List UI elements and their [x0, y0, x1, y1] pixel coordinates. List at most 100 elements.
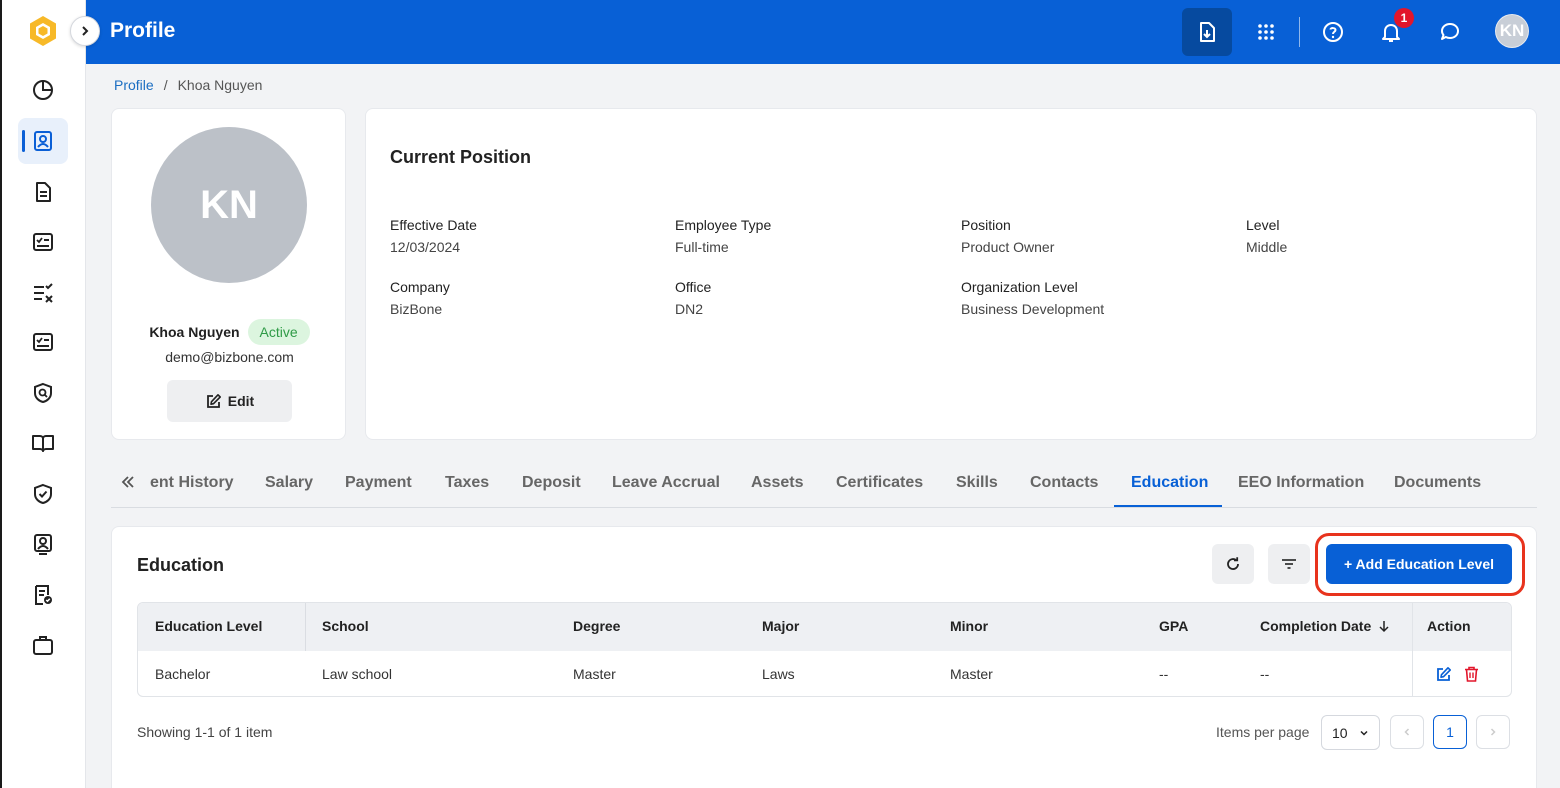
- tab-eeo-information[interactable]: EEO Information: [1238, 474, 1364, 492]
- column-header-school[interactable]: School: [322, 618, 369, 634]
- breadcrumb: Profile / Khoa Nguyen: [114, 77, 262, 93]
- sidebar-item-tasks[interactable]: [18, 219, 68, 265]
- column-header-label: Completion Date: [1260, 618, 1372, 634]
- field-label: Organization Level: [961, 279, 1078, 295]
- highlight-outline: [1315, 533, 1525, 596]
- refresh-button[interactable]: [1212, 544, 1254, 584]
- column-header-education-level[interactable]: Education Level: [155, 618, 262, 634]
- items-per-page-value: 10: [1332, 724, 1348, 741]
- status-badge: Active: [247, 319, 310, 345]
- download-file-icon: [1200, 22, 1215, 42]
- chevron-left-icon: [1404, 728, 1410, 736]
- column-header-minor[interactable]: Minor: [950, 618, 988, 634]
- notification-badge: 1: [1394, 8, 1414, 28]
- messages-button[interactable]: [1425, 8, 1475, 56]
- page-title: Profile: [110, 19, 176, 42]
- download-button[interactable]: [1182, 8, 1232, 56]
- help-button[interactable]: [1308, 8, 1358, 56]
- column-header-completion-date[interactable]: Completion Date: [1260, 618, 1391, 634]
- tab-salary[interactable]: Salary: [265, 474, 313, 492]
- column-header-degree[interactable]: Degree: [573, 618, 620, 634]
- tab-leave-accrual[interactable]: Leave Accrual: [612, 474, 720, 492]
- chevron-down-icon: [1360, 730, 1368, 736]
- chat-icon: [1441, 23, 1459, 40]
- filter-lines-icon: [1282, 559, 1296, 569]
- column-header-major[interactable]: Major: [762, 618, 799, 634]
- pie-chart-icon: [33, 80, 53, 100]
- field-value: Business Development: [961, 301, 1105, 317]
- chevron-right-icon: [82, 26, 89, 36]
- field-organization-level: Organization Level Business Development: [961, 279, 1104, 317]
- refresh-icon: [1227, 557, 1239, 570]
- sort-descending-icon: [1379, 621, 1389, 633]
- field-label: Level: [1246, 217, 1280, 233]
- shield-search-icon: [34, 382, 52, 404]
- sidebar-item-documents[interactable]: [18, 169, 68, 215]
- sidebar-item-dashboard[interactable]: [18, 67, 68, 113]
- sidebar-item-approvals[interactable]: [18, 270, 68, 316]
- column-divider: [305, 603, 306, 651]
- sidebar-item-assets[interactable]: [18, 622, 68, 668]
- user-badge-icon: [34, 534, 52, 555]
- cell-gpa: --: [1159, 666, 1169, 682]
- grid-dots-icon: [1258, 24, 1274, 40]
- cell-minor: Master: [950, 666, 993, 682]
- column-header-gpa[interactable]: GPA: [1159, 618, 1188, 634]
- briefcase-icon: [33, 636, 53, 655]
- tab-taxes[interactable]: Taxes: [445, 474, 489, 492]
- edit-profile-button[interactable]: Edit: [167, 380, 292, 422]
- pagination-summary: Showing 1-1 of 1 item: [137, 724, 273, 740]
- tab-skills[interactable]: Skills: [956, 474, 998, 492]
- row-delete-button[interactable]: [1461, 664, 1481, 684]
- education-card: Education + Add Education Level Educatio…: [111, 526, 1537, 788]
- sidebar-item-certificates[interactable]: [18, 572, 68, 618]
- apps-button[interactable]: [1241, 8, 1291, 56]
- tab-contacts[interactable]: Contacts: [1030, 474, 1098, 492]
- app-logo[interactable]: [26, 14, 60, 48]
- sidebar-item-security[interactable]: [18, 370, 68, 416]
- double-chevron-left-icon: [121, 476, 134, 488]
- book-icon: [32, 435, 54, 452]
- sidebar-expand-button[interactable]: [70, 16, 100, 46]
- row-edit-button[interactable]: [1433, 664, 1453, 684]
- sidebar-item-handbook[interactable]: [18, 420, 68, 466]
- education-title: Education: [137, 555, 225, 575]
- column-header-action: Action: [1427, 618, 1471, 634]
- tab-deposit[interactable]: Deposit: [522, 474, 581, 492]
- shield-check-icon: [34, 483, 52, 505]
- next-page-button[interactable]: [1476, 715, 1510, 749]
- tabs-scroll-left-button[interactable]: [121, 472, 135, 495]
- tab-documents[interactable]: Documents: [1394, 474, 1481, 492]
- profile-tabs: ent History Salary Payment Taxes Deposit…: [111, 464, 1537, 508]
- tab-assets[interactable]: Assets: [751, 474, 803, 492]
- page-button-current[interactable]: 1: [1433, 715, 1467, 749]
- sidebar-item-directory[interactable]: [18, 521, 68, 567]
- field-office: Office DN2: [675, 279, 711, 317]
- field-company: Company BizBone: [390, 279, 450, 317]
- filter-button[interactable]: [1268, 544, 1310, 584]
- tab-payment[interactable]: Payment: [345, 474, 412, 492]
- cell-school: Law school: [322, 666, 393, 682]
- breadcrumb-profile-link[interactable]: Profile: [114, 77, 154, 93]
- table-header: Education Level School Degree Major Mino…: [138, 603, 1511, 651]
- field-value: 12/03/2024: [390, 239, 461, 255]
- field-position: Position Product Owner: [961, 217, 1054, 255]
- cell-degree: Master: [573, 666, 616, 682]
- tab-certificates[interactable]: Certificates: [836, 474, 923, 492]
- tab-education[interactable]: Education: [1131, 474, 1208, 492]
- field-label: Office: [675, 279, 712, 295]
- sidebar-item-profile[interactable]: [18, 118, 68, 164]
- previous-page-button[interactable]: [1390, 715, 1424, 749]
- field-level: Level Middle: [1246, 217, 1287, 255]
- sidebar-item-compliance[interactable]: [18, 471, 68, 517]
- items-per-page-select[interactable]: 10: [1321, 715, 1380, 750]
- sidebar-nav: [0, 0, 86, 788]
- field-label: Position: [961, 217, 1011, 233]
- user-avatar[interactable]: KN: [1495, 14, 1529, 48]
- cell-education-level: Bachelor: [155, 666, 211, 682]
- tab-employment-history[interactable]: ent History: [150, 474, 234, 492]
- certificate-icon: [35, 585, 52, 605]
- help-icon: [1323, 22, 1343, 42]
- checklist-icon: [33, 233, 53, 251]
- sidebar-item-reviews[interactable]: [18, 319, 68, 365]
